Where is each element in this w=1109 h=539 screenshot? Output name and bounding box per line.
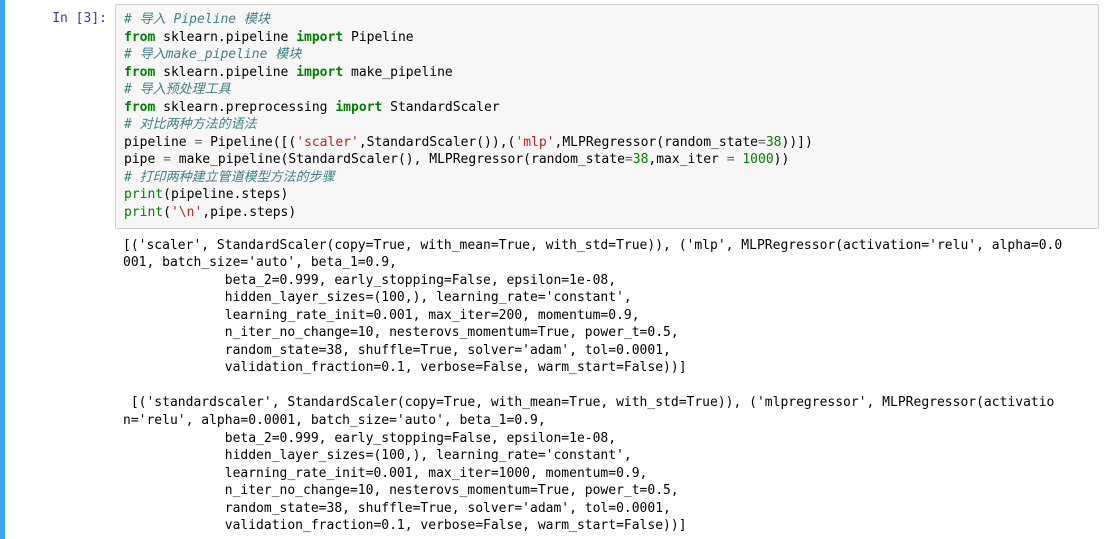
prompt-column: In [3]: (5, 4, 115, 535)
keyword-import: import (296, 30, 343, 45)
number-literal: 38 (633, 152, 649, 167)
number-literal: 38 (766, 135, 782, 150)
stdout-output: [('scaler', StandardScaler(copy=True, wi… (115, 229, 1099, 535)
code-text: (pipeline.steps) (163, 187, 288, 202)
keyword-from: from (124, 100, 155, 115)
code-text: Pipeline([( (202, 135, 296, 150)
code-text: ,pipe.steps) (202, 205, 296, 220)
comment: # 打印两种建立管道模型方法的步骤 (124, 170, 335, 185)
comment: # 对比两种方法的语法 (124, 117, 257, 132)
keyword-from: from (124, 65, 155, 80)
comment: # 导入预处理工具 (124, 82, 231, 97)
comment: # 导入make_pipeline 模块 (124, 47, 301, 62)
comment: # 导入 Pipeline 模块 (124, 12, 270, 27)
notebook-cell: In [3]: # 导入 Pipeline 模块 from sklearn.pi… (0, 0, 1109, 539)
operator: = (727, 152, 735, 167)
import-name: Pipeline (351, 30, 414, 45)
number-literal: 1000 (735, 152, 774, 167)
content-column: # 导入 Pipeline 模块 from sklearn.pipeline i… (115, 4, 1109, 535)
module-name: sklearn.preprocessing (163, 100, 327, 115)
module-name: sklearn.pipeline (163, 65, 288, 80)
code-text: ,max_iter (648, 152, 726, 167)
code-text: )) (774, 152, 790, 167)
keyword-from: from (124, 30, 155, 45)
code-input-area[interactable]: # 导入 Pipeline 模块 from sklearn.pipeline i… (115, 4, 1099, 229)
code-text: ,MLPRegressor(random_state (555, 135, 759, 150)
keyword-import: import (335, 100, 382, 115)
builtin-print: print (124, 205, 163, 220)
builtin-print: print (124, 187, 163, 202)
operator: = (163, 152, 171, 167)
code-text: pipe (124, 152, 163, 167)
string-literal: 'scaler' (296, 135, 359, 150)
code-text: make_pipeline(StandardScaler(), MLPRegre… (171, 152, 625, 167)
string-literal: 'mlp' (515, 135, 554, 150)
string-literal: '\n' (171, 205, 202, 220)
operator: = (758, 135, 766, 150)
keyword-import: import (296, 65, 343, 80)
code-text: ,StandardScaler()),( (359, 135, 516, 150)
import-name: StandardScaler (390, 100, 500, 115)
code-text: ( (163, 205, 171, 220)
import-name: make_pipeline (351, 65, 453, 80)
code-text: ))]) (782, 135, 813, 150)
code-text: pipeline (124, 135, 194, 150)
execution-prompt: In [3]: (52, 11, 107, 26)
module-name: sklearn.pipeline (163, 30, 288, 45)
operator: = (625, 152, 633, 167)
